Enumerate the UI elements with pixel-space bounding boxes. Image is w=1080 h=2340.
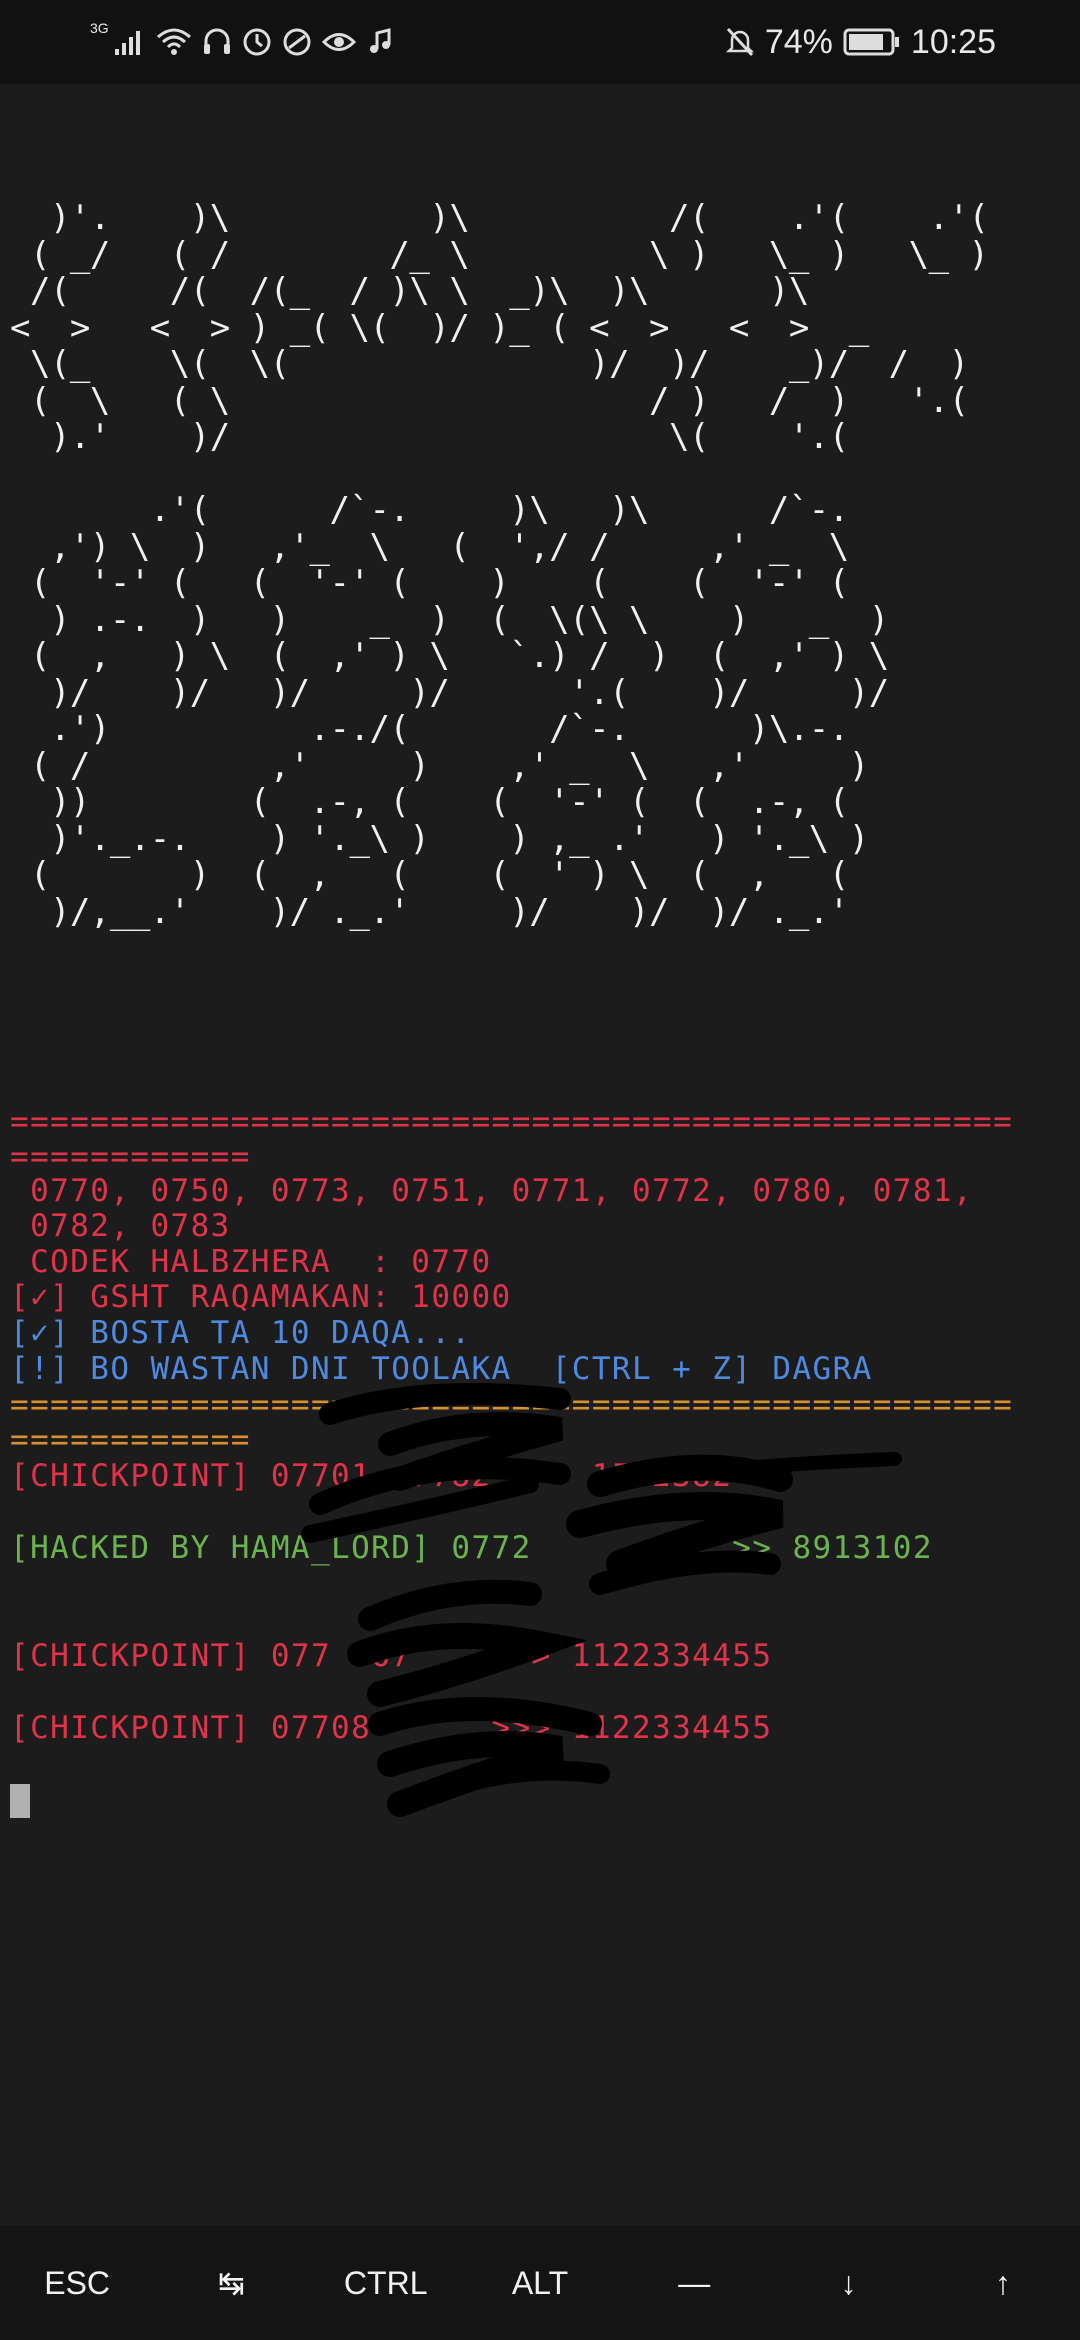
alt-key[interactable]: ALT — [463, 2265, 617, 2302]
bosta-line: [✓] BOSTA TA 10 DAQA... — [10, 1315, 472, 1351]
music-icon — [365, 27, 395, 57]
status-icons-left: 3G — [90, 18, 395, 66]
tab-key[interactable]: ↹ — [154, 2264, 308, 2302]
battery-percent: 74% — [764, 22, 833, 61]
headphones-icon — [201, 27, 233, 57]
result-line: [CHICKPOINT] 07708 >>> 1122334455 — [10, 1710, 773, 1746]
result-line: [CHICKPOINT] 077 67 >>> 1122334455 — [10, 1638, 773, 1674]
arrow-down-key[interactable]: ↓ — [771, 2265, 925, 2302]
battery-icon — [843, 28, 901, 56]
ascii-art-banner: )'. )\ )\ /( .'( .'( ( _/ ( / /_ \ \ ) \… — [10, 198, 989, 932]
data-saver-icon — [241, 26, 273, 58]
prefix-codes-line: 0770, 0750, 0773, 0751, 0771, 0772, 0780… — [10, 1173, 974, 1209]
prefix-codes-line: 0782, 0783 — [10, 1208, 231, 1244]
signal-icon — [113, 27, 147, 57]
terminal-screen[interactable]: )'. )\ )\ /( .'( .'( ( _/ ( / /_ \ \ ) \… — [0, 84, 1080, 2226]
separator-line: ========================================… — [10, 1104, 1014, 1140]
dash-key[interactable]: — — [617, 2265, 771, 2302]
bo-wastan-line: [!] BO WASTAN DNI TOOLAKA [CTRL + Z] DAG… — [10, 1351, 873, 1387]
status-bar: 3G 74% 10:25 — [0, 0, 1080, 84]
result-line: [HACKED BY HAMA_LORD] 0772 >> 8913102 — [10, 1530, 933, 1566]
extra-keys-bar: ESC ↹ CTRL ALT — ↓ ↑ — [0, 2226, 1080, 2340]
ctrl-key[interactable]: CTRL — [309, 2265, 463, 2302]
result-line: [CHICKPOINT] 07701 7782 >>> 1552382 — [10, 1458, 733, 1494]
vpn-icon — [281, 26, 313, 58]
gsht-line: [✓] GSHT RAQAMAKAN: 10000 — [10, 1279, 512, 1315]
terminal-cursor — [10, 1784, 30, 1818]
wifi-icon — [155, 27, 193, 57]
separator-line: ============ — [10, 1139, 251, 1175]
eye-icon — [321, 27, 357, 57]
separator-line: ============ — [10, 1422, 251, 1458]
arrow-up-key[interactable]: ↑ — [926, 2265, 1080, 2302]
network-type: 3G — [90, 20, 109, 36]
esc-key[interactable]: ESC — [0, 2265, 154, 2302]
mute-icon — [725, 26, 755, 58]
codek-line: CODEK HALBZHERA : 0770 — [10, 1244, 492, 1280]
separator-line: ========================================… — [10, 1387, 1014, 1423]
clock: 10:25 — [910, 22, 996, 61]
status-icons-right: 74% 10:25 — [725, 18, 996, 66]
